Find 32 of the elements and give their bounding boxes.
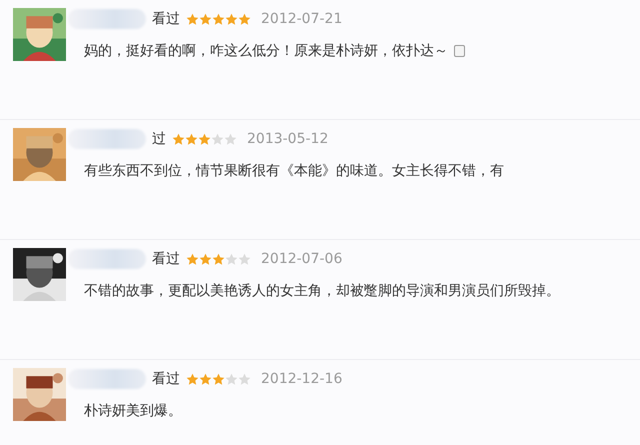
star-icon [212,372,225,386]
star-icon [225,252,238,266]
review-text: 有些东西不到位，情节果断很有《本能》的味道。女主长得不错，有 [84,162,504,180]
star-icon [199,12,212,26]
star-icon [172,132,185,146]
review-text: 妈的，挺好看的啊，咋这么低分！原来是朴诗妍，依扑达～ [84,42,448,60]
star-icon [186,12,199,26]
star-icon [211,132,224,146]
star-icon [186,372,199,386]
star-icon [225,372,238,386]
review-text: 不错的故事，更配以美艳诱人的女主角，却被蹩脚的导演和男演员们所毁掉。 [84,282,560,300]
watch-status: 过 [152,130,166,148]
star-icon [238,252,251,266]
review-text: 朴诗妍美到爆。 [84,402,182,420]
review-date: 2013-05-12 [247,131,328,147]
watch-status: 看过 [152,370,180,388]
review-date: 2012-07-21 [261,11,342,27]
watch-status: 看过 [152,10,180,28]
star-icon [238,12,251,26]
review-date: 2012-12-16 [261,371,342,387]
star-icon [199,252,212,266]
star-icon [212,252,225,266]
star-icon [224,132,237,146]
watch-status: 看过 [152,250,180,268]
star-icon [225,12,238,26]
review-date: 2012-07-06 [261,251,342,267]
star-icon [186,252,199,266]
star-icon [199,372,212,386]
star-icon [185,132,198,146]
star-icon [212,12,225,26]
star-icon [198,132,211,146]
star-icon [238,372,251,386]
